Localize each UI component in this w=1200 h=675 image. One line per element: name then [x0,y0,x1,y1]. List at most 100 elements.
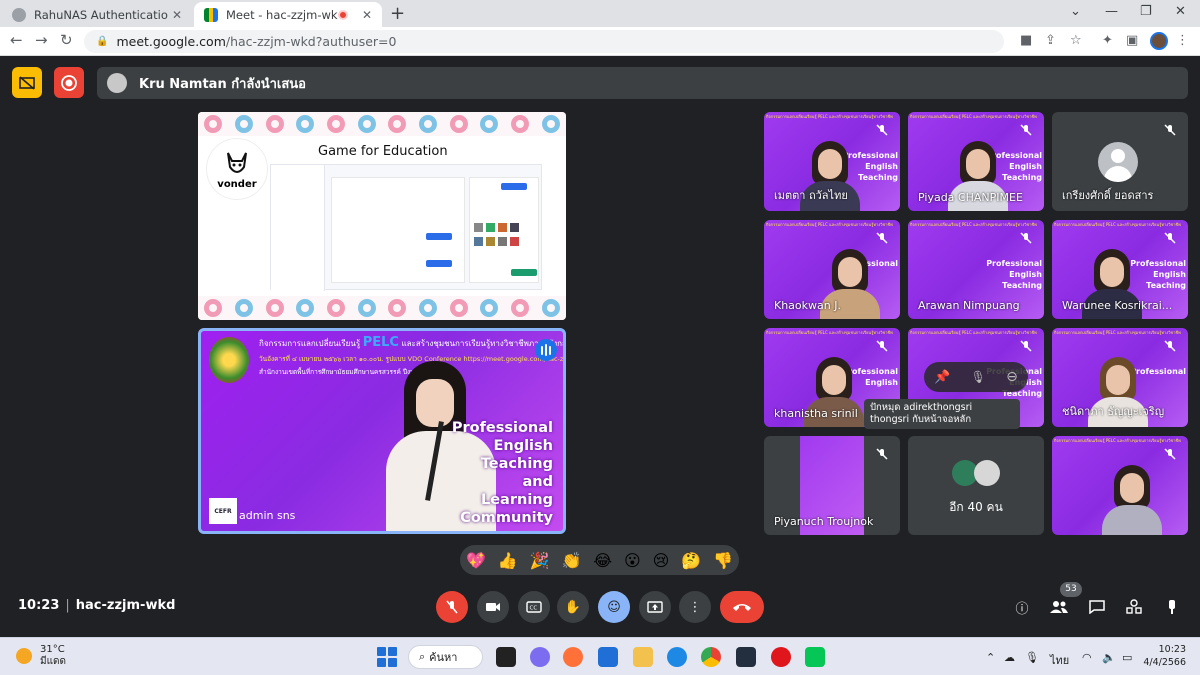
host-controls-icon[interactable] [1162,597,1182,617]
emoji-button[interactable]: ☺ [598,591,630,623]
participant-tile[interactable]: Piyanuch Troujnok [764,436,900,535]
participant-tile[interactable]: กิจกรรมการแลกเปลี่ยนเรียนรู้ PELC และสร้… [1052,436,1188,535]
chat-icon[interactable] [1087,597,1107,617]
tab-rahunas[interactable]: RahuNAS Authentication ✕ [2,2,192,27]
teams-chat-icon[interactable] [530,647,550,667]
profile-avatar[interactable] [1150,32,1168,50]
amazon-icon[interactable] [736,647,756,667]
pin-icon[interactable]: 📌 [934,370,950,385]
edge-icon[interactable] [667,647,687,667]
new-tab-button[interactable]: + [390,3,405,24]
tab-search-icon[interactable]: ⌄ [1070,4,1081,19]
camera-icon[interactable]: ■ [1020,33,1032,48]
participant-name: Piyanuch Troujnok [774,515,874,528]
globe-icon [12,7,26,22]
reactions-bar: 💖 👍 🎉 👏 😂 😮 😢 🤔 👎 [460,545,739,575]
camera-toggle-button[interactable] [477,591,509,623]
mic-off-icon [1016,336,1036,356]
tray-chevron-icon[interactable]: ⌃ [986,651,995,664]
battery-icon[interactable]: ▭ [1122,651,1132,664]
leave-call-button[interactable] [720,591,764,623]
weather-text: มีแดด [40,656,67,667]
participant-tile[interactable]: เกรียงศักดิ์ ยอดสาร [1052,112,1188,211]
taskbar-search[interactable]: ⌕ ค้นหา [408,645,483,669]
participant-tile[interactable]: กิจกรรมการแลกเปลี่ยนเรียนรู้ PELC และสร้… [908,220,1044,319]
more-participants-tile[interactable]: อีก 40 คน [908,436,1044,535]
onedrive-icon[interactable]: ☁ [1004,651,1015,664]
file-explorer-icon[interactable] [633,647,653,667]
reaction-laugh[interactable]: 😂 [593,551,612,570]
reaction-thumbs-down[interactable]: 👎 [713,551,733,570]
more-options-button[interactable]: ⋮ [679,591,711,623]
participant-tile[interactable]: กิจกรรมการแลกเปลี่ยนเรียนรู้ PELC และสร้… [764,112,900,211]
minimize-icon[interactable]: — [1105,4,1118,19]
forward-icon[interactable]: → [35,31,48,49]
taskbar-clock[interactable]: 10:23 4/4/2566 [1140,643,1186,669]
raise-hand-button[interactable]: ✋ [557,591,589,623]
remove-icon[interactable]: ⊖ [1006,369,1018,385]
reaction-sad[interactable]: 😢 [653,551,670,570]
participant-tile[interactable]: กิจกรรมการแลกเปลี่ยนเรียนรู้ PELC และสร้… [908,112,1044,211]
vonder-logo: vonder [206,138,268,200]
reload-icon[interactable]: ↻ [60,31,73,49]
url-path: /hac-zzjm-wkd?authuser=0 [225,34,397,49]
line-icon[interactable] [805,647,825,667]
mic-off-icon [1160,444,1180,464]
mic-off-icon [1160,120,1180,140]
present-button[interactable] [639,591,671,623]
side-panel-icon[interactable]: ▣ [1126,33,1138,48]
svg-text:CC: CC [530,606,538,612]
restore-icon[interactable]: ❐ [1140,4,1152,19]
wifi-icon[interactable]: ◠ [1082,651,1092,664]
participant-name: Arawan Nimpuang [918,299,1020,312]
participant-name: Piyada CHANPIMEE [918,191,1023,204]
windows-start-icon[interactable] [377,647,397,667]
presentation-off-icon[interactable] [12,67,42,98]
mute-participant-icon[interactable]: 🎙 [971,370,986,384]
participant-tile[interactable]: กิจกรรมการแลกเปลี่ยนเรียนรู้ PELC และสร้… [1052,328,1188,427]
back-icon[interactable]: ← [10,31,23,49]
menu-dots-icon[interactable]: ⋮ [1176,33,1189,48]
mail-icon[interactable] [598,647,618,667]
close-icon[interactable]: ✕ [358,8,376,22]
address-bar[interactable]: 🔒 meet.google.com/hac-zzjm-wkd?authuser=… [84,30,1004,53]
reaction-thumbs-up[interactable]: 👍 [498,551,518,570]
tab-meet[interactable]: Meet - hac-zzjm-wkd ✕ [194,2,382,27]
microphone-icon[interactable]: 🎙 [1025,651,1039,664]
participant-count-badge: 53 [1060,582,1082,597]
presentation-slide[interactable]: vonder Game for Education [198,112,566,320]
weather-widget[interactable]: 31°C มีแดด [16,644,66,668]
google-meet-icon [204,7,218,22]
volume-icon[interactable]: 🔈 [1102,651,1116,664]
window-close-icon[interactable]: ✕ [1175,4,1186,19]
chrome-icon[interactable] [701,647,721,667]
reaction-surprised[interactable]: 😮 [624,551,641,570]
captions-button[interactable]: CC [518,591,550,623]
reaction-thinking[interactable]: 🤔 [681,551,701,570]
bookmark-star-icon[interactable]: ☆ [1070,33,1082,48]
temperature: 31°C [40,644,65,655]
participant-name: Warunee Kosrikrai... [1062,299,1173,312]
participant-tile[interactable]: กิจกรรมการแลกเปลี่ยนเรียนรู้ PELC และสร้… [764,220,900,319]
speaker-name: admin sns [239,509,296,522]
reaction-clap[interactable]: 👏 [561,551,581,570]
close-icon[interactable]: ✕ [168,8,186,22]
firefox-icon[interactable] [563,647,583,667]
reaction-heart[interactable]: 💖 [466,551,486,570]
mic-toggle-button[interactable] [436,591,468,623]
people-icon[interactable] [1049,597,1069,617]
participant-tile[interactable]: กิจกรรมการแลกเปลี่ยนเรียนรู้ PELC และสร้… [1052,220,1188,319]
recording-button[interactable] [54,67,84,98]
language-indicator[interactable]: ไทย [1050,651,1069,669]
share-icon[interactable]: ⇪ [1045,33,1056,48]
stream-header-line1: กิจกรรมการแลกเปลี่ยนเรียนรู้ PELC และสร้… [259,335,566,350]
donut-border-bottom [198,296,566,320]
meeting-time: 10:23 [18,598,60,613]
reaction-party[interactable]: 🎉 [530,551,550,570]
extensions-icon[interactable]: ✦ [1102,33,1113,48]
activities-icon[interactable] [1124,597,1144,617]
task-view-icon[interactable] [496,647,516,667]
speaker-video-tile[interactable]: กิจกรรมการแลกเปลี่ยนเรียนรู้ PELC และสร้… [198,328,566,534]
opera-icon[interactable] [771,647,791,667]
meeting-details-icon[interactable]: ⓘ [1012,597,1032,617]
